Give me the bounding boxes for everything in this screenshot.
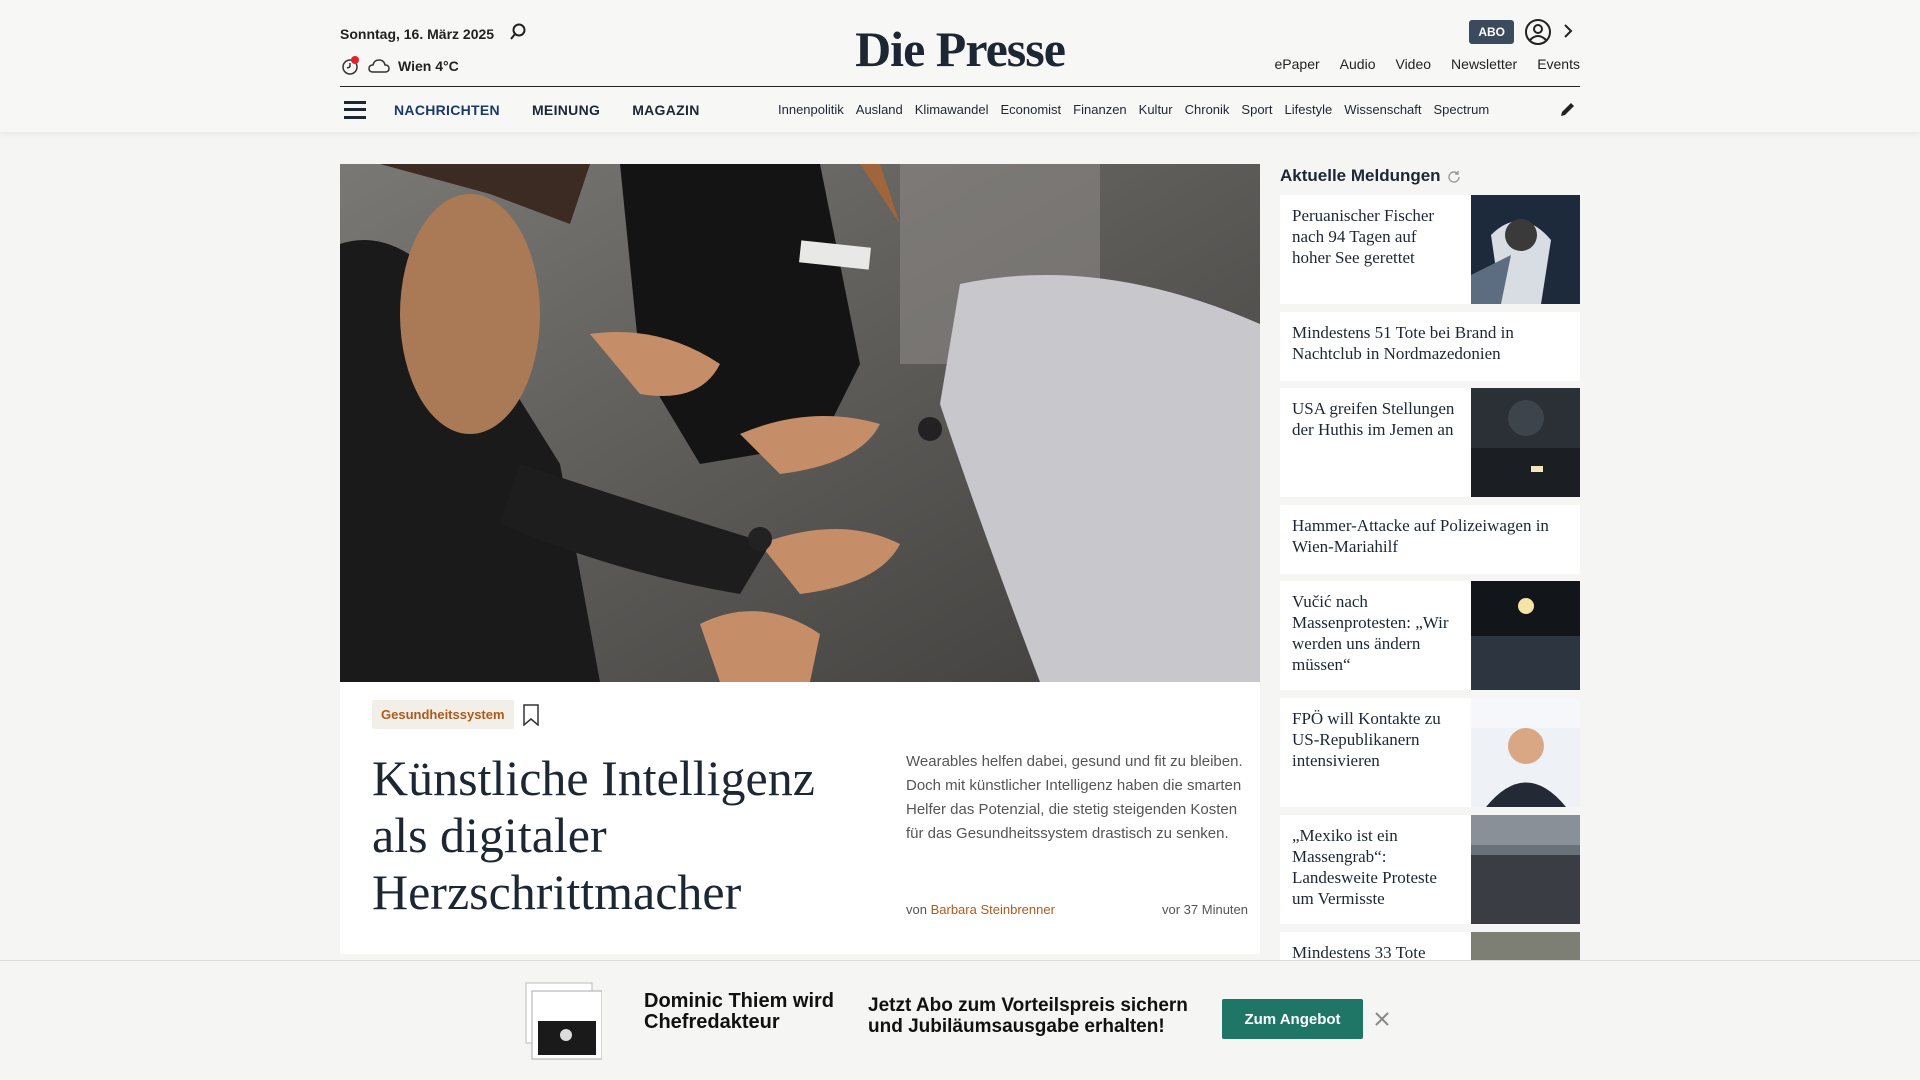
nav-innenpolitik[interactable]: Innenpolitik	[778, 102, 844, 117]
nav-ausland[interactable]: Ausland	[856, 102, 903, 117]
news-thumbnail	[1471, 195, 1580, 304]
sidebar-title-text: Aktuelle Meldungen	[1280, 166, 1441, 185]
news-item-title[interactable]: Mindestens 33 Tote	[1280, 932, 1471, 960]
service-links: ePaper Audio Video Newsletter Events	[1275, 56, 1580, 72]
banner-title: Dominic Thiem wird Chefredakteur	[644, 990, 835, 1033]
banner-text: Jetzt Abo zum Vorteilspreis sichern und …	[868, 995, 1188, 1037]
news-thumbnail	[1471, 698, 1580, 807]
publish-time: vor 37 Minuten	[1162, 902, 1248, 917]
hero-article[interactable]: Gesundheitssystem Künstliche Intelligenz…	[340, 164, 1260, 954]
news-item[interactable]: USA greifen Stellungen der Huthis im Jem…	[1280, 388, 1580, 497]
section-nav: Innenpolitik Ausland Klimawandel Economi…	[778, 102, 1558, 117]
nav-spectrum[interactable]: Spectrum	[1434, 102, 1490, 117]
link-events[interactable]: Events	[1537, 56, 1580, 72]
main-navigation: NACHRICHTEN MEINUNG MAGAZIN Innenpolitik…	[340, 87, 1580, 132]
article-headline[interactable]: Künstliche Intelligenz als digitaler Her…	[372, 750, 872, 921]
nav-sport[interactable]: Sport	[1241, 102, 1272, 117]
subscription-banner: Dominic Thiem wird Chefredakteur Jetzt A…	[0, 960, 1920, 1080]
news-thumbnail	[1471, 581, 1580, 690]
chevron-right-icon[interactable]	[1562, 22, 1574, 40]
news-item-title[interactable]: Peruanischer Fischer nach 94 Tagen auf h…	[1280, 195, 1471, 304]
news-thumbnail	[1471, 932, 1580, 960]
news-item-title[interactable]: „Mexiko ist ein Massengrab“: Landesweite…	[1280, 815, 1471, 924]
news-item[interactable]: FPÖ will Kontakte zu US-Republikanern in…	[1280, 698, 1580, 807]
menu-icon[interactable]	[344, 100, 366, 119]
news-item[interactable]: Vučić nach Massenprotesten: „Wir werden …	[1280, 581, 1580, 690]
nav-economist[interactable]: Economist	[1000, 102, 1061, 117]
nav-magazin[interactable]: MAGAZIN	[632, 102, 699, 118]
close-icon[interactable]	[1374, 1011, 1390, 1027]
hero-image[interactable]	[340, 164, 1260, 682]
nav-meinung[interactable]: MEINUNG	[532, 102, 600, 118]
refresh-icon[interactable]	[1447, 169, 1461, 183]
news-item[interactable]: Peruanischer Fischer nach 94 Tagen auf h…	[1280, 195, 1580, 304]
news-item[interactable]: „Mexiko ist ein Massengrab“: Landesweite…	[1280, 815, 1580, 924]
pencil-icon[interactable]	[1558, 101, 1576, 119]
link-video[interactable]: Video	[1395, 56, 1431, 72]
latest-news-sidebar: Aktuelle Meldungen Peruanischer Fischer …	[1280, 164, 1580, 960]
primary-nav: NACHRICHTEN MEINUNG MAGAZIN	[394, 102, 700, 118]
nav-klimawandel[interactable]: Klimawandel	[915, 102, 989, 117]
article-teaser: Wearables helfen dabei, gesund und fit z…	[906, 753, 1243, 842]
news-item[interactable]: Mindestens 33 Tote	[1280, 932, 1580, 960]
user-account-icon[interactable]	[1524, 18, 1552, 46]
author-link[interactable]: Barbara Steinbrenner	[931, 902, 1055, 917]
news-item[interactable]: Hammer-Attacke auf Polizeiwagen in Wien-…	[1280, 505, 1580, 574]
news-item-title[interactable]: FPÖ will Kontakte zu US-Republikanern in…	[1280, 698, 1471, 807]
offer-button[interactable]: Zum Angebot	[1222, 999, 1363, 1039]
news-item-title[interactable]: USA greifen Stellungen der Huthis im Jem…	[1280, 388, 1471, 497]
byline-prefix: von	[906, 902, 927, 917]
news-thumbnail	[1471, 815, 1580, 924]
link-audio[interactable]: Audio	[1340, 56, 1376, 72]
news-item[interactable]: Mindestens 51 Tote bei Brand in Nachtclu…	[1280, 312, 1580, 381]
nav-lifestyle[interactable]: Lifestyle	[1285, 102, 1333, 117]
nav-wissenschaft[interactable]: Wissenschaft	[1344, 102, 1421, 117]
news-thumbnail	[1471, 388, 1580, 497]
newspaper-image	[525, 982, 602, 1060]
category-tag[interactable]: Gesundheitssystem	[372, 700, 514, 729]
nav-chronik[interactable]: Chronik	[1185, 102, 1230, 117]
abo-button[interactable]: ABO	[1469, 20, 1514, 44]
news-item-title[interactable]: Vučić nach Massenprotesten: „Wir werden …	[1280, 581, 1471, 690]
bookmark-icon[interactable]	[522, 704, 540, 726]
nav-finanzen[interactable]: Finanzen	[1073, 102, 1126, 117]
news-item-title[interactable]: Hammer-Attacke auf Polizeiwagen in Wien-…	[1280, 505, 1580, 574]
news-item-title[interactable]: Mindestens 51 Tote bei Brand in Nachtclu…	[1280, 312, 1580, 381]
link-epaper[interactable]: ePaper	[1275, 56, 1320, 72]
nav-kultur[interactable]: Kultur	[1139, 102, 1173, 117]
nav-nachrichten[interactable]: NACHRICHTEN	[394, 102, 500, 118]
link-newsletter[interactable]: Newsletter	[1451, 56, 1517, 72]
article-byline: von Barbara Steinbrenner	[906, 902, 1055, 917]
site-header: Sonntag, 16. März 2025 Wien 4°C Die Pres…	[0, 0, 1920, 132]
sidebar-title: Aktuelle Meldungen	[1280, 164, 1580, 188]
